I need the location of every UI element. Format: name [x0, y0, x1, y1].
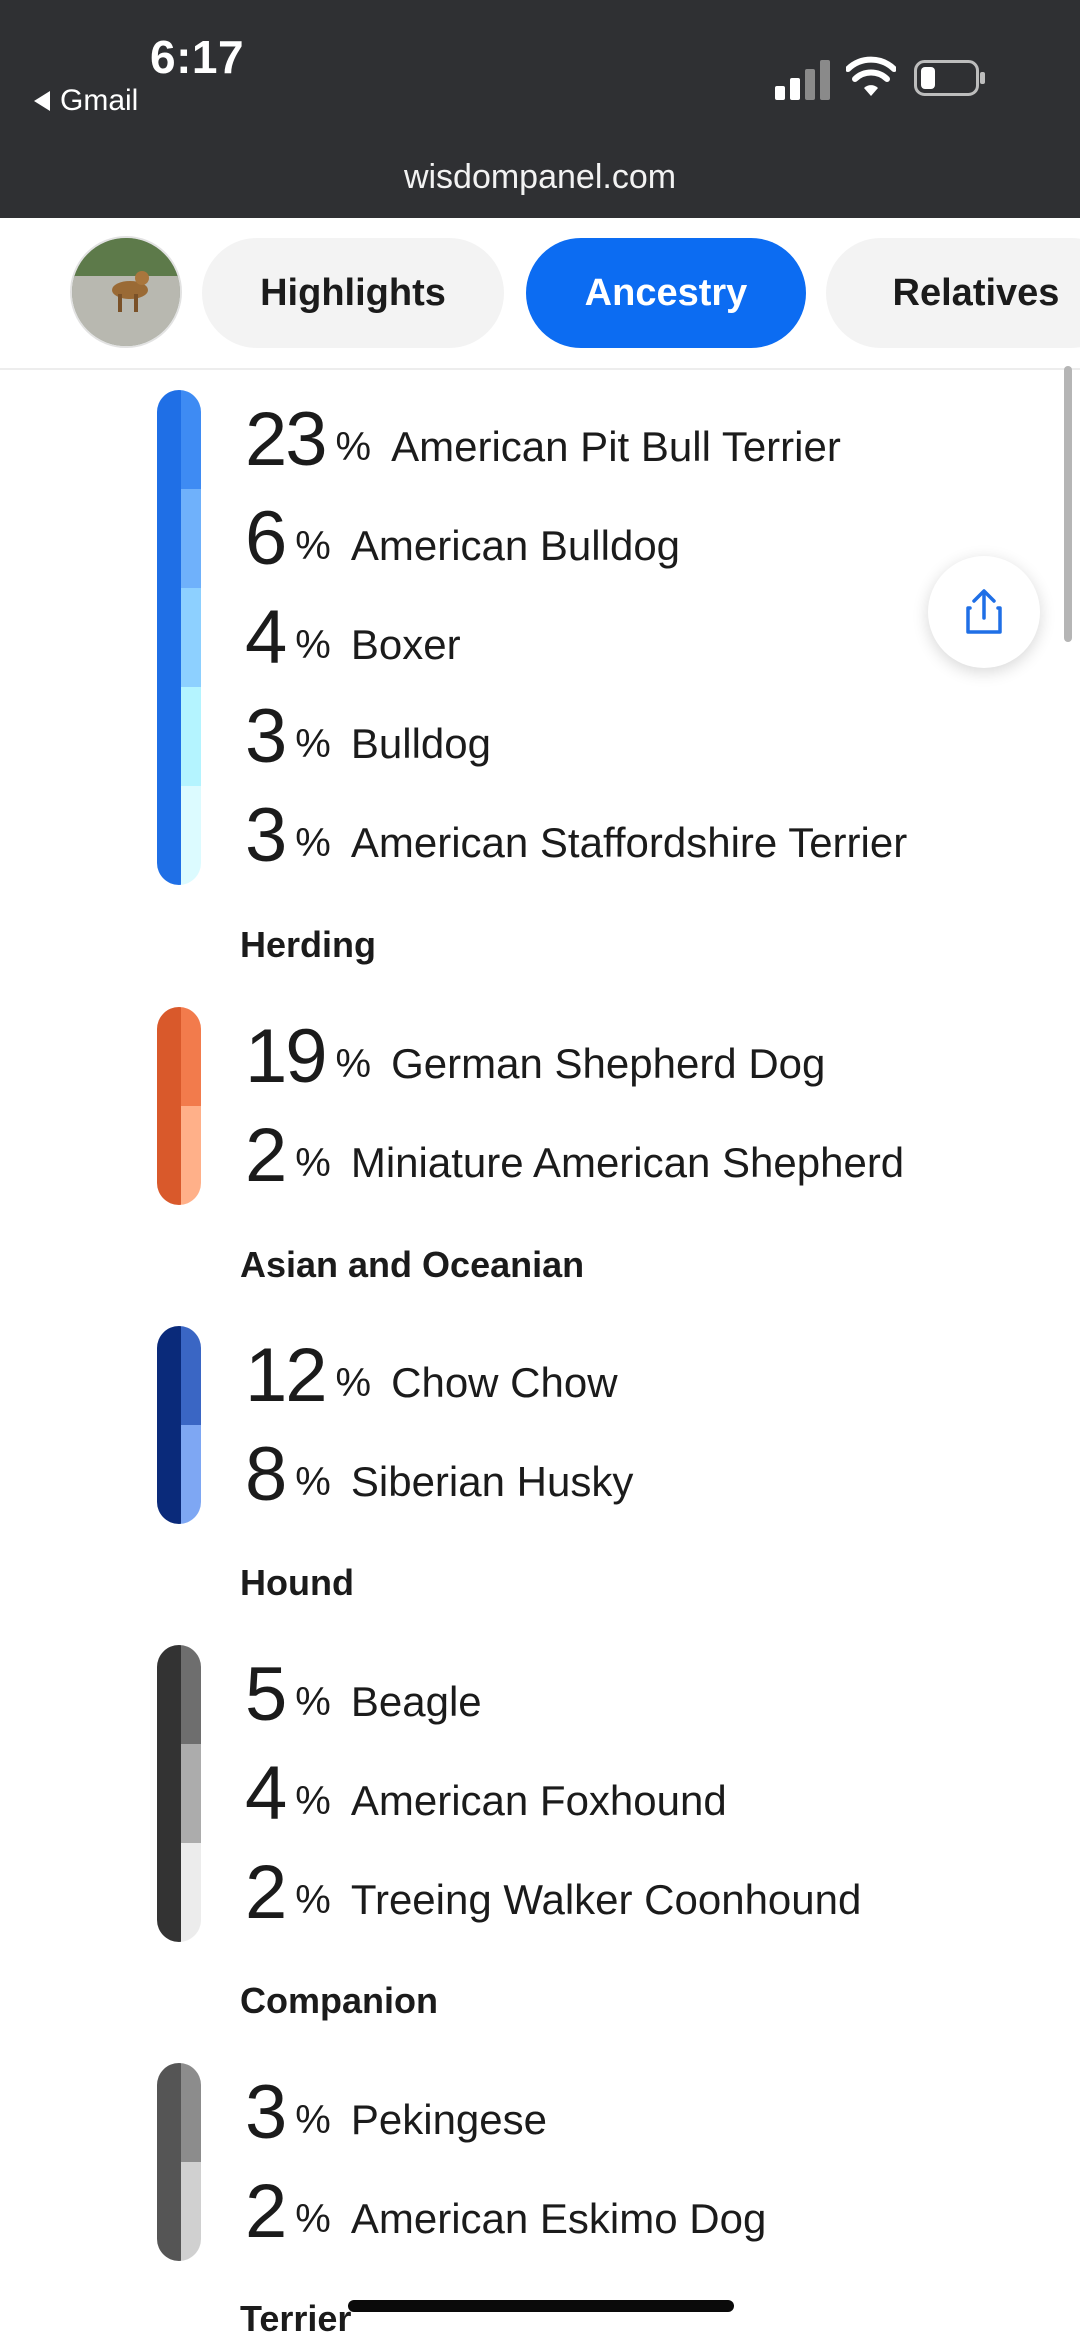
- category-heading: Herding: [240, 924, 377, 965]
- breed-row[interactable]: 12 % Chow Chow: [245, 1326, 618, 1425]
- category-heading: Hound: [240, 1562, 354, 1603]
- group-color-bar: [157, 2063, 201, 2261]
- share-icon: [966, 589, 1002, 634]
- percent-sign: %: [295, 722, 331, 766]
- percent-sign: %: [335, 1361, 372, 1405]
- tab-relatives[interactable]: Relatives: [826, 238, 1080, 348]
- percent-sign: %: [295, 1141, 331, 1185]
- category-heading: Companion: [240, 1980, 438, 2021]
- breed-name: American Bulldog: [350, 521, 681, 569]
- breed-percent: 3: [245, 2069, 287, 2155]
- breed-row[interactable]: 2 % American Eskimo Dog: [245, 2162, 766, 2261]
- breed-percent: 12: [245, 1332, 328, 1418]
- breed-percent: 6: [245, 495, 287, 581]
- breed-name: Beagle: [350, 1677, 482, 1725]
- percent-sign: %: [295, 1779, 331, 1823]
- breed-name: American Staffordshire Terrier: [350, 818, 908, 866]
- tab-ancestry[interactable]: Ancestry: [526, 238, 806, 348]
- group-color-bar: [157, 1007, 201, 1205]
- scrollbar[interactable]: [1064, 366, 1072, 642]
- breed-name: Pekingese: [350, 2095, 547, 2143]
- battery-icon: [914, 60, 985, 96]
- percent-sign: %: [295, 2197, 331, 2241]
- percent-sign: %: [335, 425, 372, 469]
- breed-row[interactable]: 3 % Pekingese: [245, 2063, 547, 2162]
- status-bar: 6:17 Gmail wisdompanel.com: [0, 0, 1080, 218]
- breed-row[interactable]: 2 % Miniature American Shepherd: [245, 1106, 904, 1205]
- breed-name: American Foxhound: [350, 1776, 727, 1824]
- breed-row[interactable]: 23 % American Pit Bull Terrier: [245, 390, 841, 489]
- dog-photo-icon: [72, 238, 180, 346]
- share-button[interactable]: [928, 556, 1040, 668]
- breed-percent: 19: [245, 1013, 328, 1099]
- group-color-bar: [157, 1645, 201, 1942]
- breed-percent: 4: [245, 594, 287, 680]
- dog-avatar[interactable]: [70, 236, 182, 348]
- back-to-app-link[interactable]: Gmail: [34, 84, 138, 118]
- breed-row[interactable]: 3 % Bulldog: [245, 687, 491, 786]
- breed-name: American Eskimo Dog: [350, 2194, 767, 2242]
- group-color-bar: [157, 1326, 201, 1524]
- status-time: 6:17: [150, 31, 245, 83]
- percent-sign: %: [295, 1878, 331, 1922]
- percent-sign: %: [295, 524, 331, 568]
- category-heading: Asian and Oceanian: [240, 1244, 585, 1285]
- breed-row[interactable]: 6 % American Bulldog: [245, 489, 680, 588]
- percent-sign: %: [295, 623, 331, 667]
- wifi-icon: [846, 56, 896, 96]
- breed-percent: 3: [245, 792, 287, 878]
- breed-name: Siberian Husky: [350, 1457, 634, 1505]
- breed-percent: 5: [245, 1651, 287, 1737]
- breed-row[interactable]: 19 % German Shepherd Dog: [245, 1007, 825, 1106]
- breed-percent: 2: [245, 1112, 287, 1198]
- breed-name: Bulldog: [350, 719, 491, 767]
- breed-percent: 8: [245, 1431, 287, 1517]
- tab-highlights[interactable]: Highlights: [202, 238, 504, 348]
- breed-name: Boxer: [350, 620, 461, 668]
- percent-sign: %: [295, 1460, 331, 1504]
- back-app-label: Gmail: [60, 84, 139, 117]
- breed-row[interactable]: 4 % American Foxhound: [245, 1744, 727, 1843]
- breed-percent: 3: [245, 693, 287, 779]
- percent-sign: %: [335, 1042, 372, 1086]
- breed-row[interactable]: 5 % Beagle: [245, 1645, 482, 1744]
- breed-name: Treeing Walker Coonhound: [350, 1875, 862, 1923]
- percent-sign: %: [295, 1680, 331, 1724]
- breed-percent: 23: [245, 396, 328, 482]
- breed-row[interactable]: 3 % American Staffordshire Terrier: [245, 786, 907, 885]
- breed-percent: 2: [245, 2168, 287, 2254]
- breed-percent: 4: [245, 1750, 287, 1836]
- group-color-bar: [157, 390, 201, 885]
- breed-name: German Shepherd Dog: [391, 1039, 826, 1087]
- breed-row[interactable]: 8 % Siberian Husky: [245, 1425, 633, 1524]
- ancestry-breakdown: 23 % American Pit Bull Terrier 6 % Ameri…: [0, 370, 1080, 2341]
- breed-name: Chow Chow: [391, 1358, 618, 1406]
- category-heading: Terrier: [240, 2298, 352, 2339]
- address-bar-url[interactable]: wisdompanel.com: [0, 158, 1080, 197]
- breed-percent: 2: [245, 1849, 287, 1935]
- percent-sign: %: [295, 2098, 331, 2142]
- signal-icon: [775, 60, 830, 100]
- breed-name: Miniature American Shepherd: [350, 1138, 905, 1186]
- breed-name: American Pit Bull Terrier: [391, 422, 841, 470]
- home-indicator[interactable]: [348, 2300, 734, 2312]
- back-arrow-icon: [34, 91, 50, 111]
- section-tab-bar: Highlights Ancestry Relatives: [0, 218, 1080, 370]
- breed-row[interactable]: 4 % Boxer: [245, 588, 461, 687]
- breed-row[interactable]: 2 % Treeing Walker Coonhound: [245, 1843, 861, 1942]
- percent-sign: %: [295, 821, 331, 865]
